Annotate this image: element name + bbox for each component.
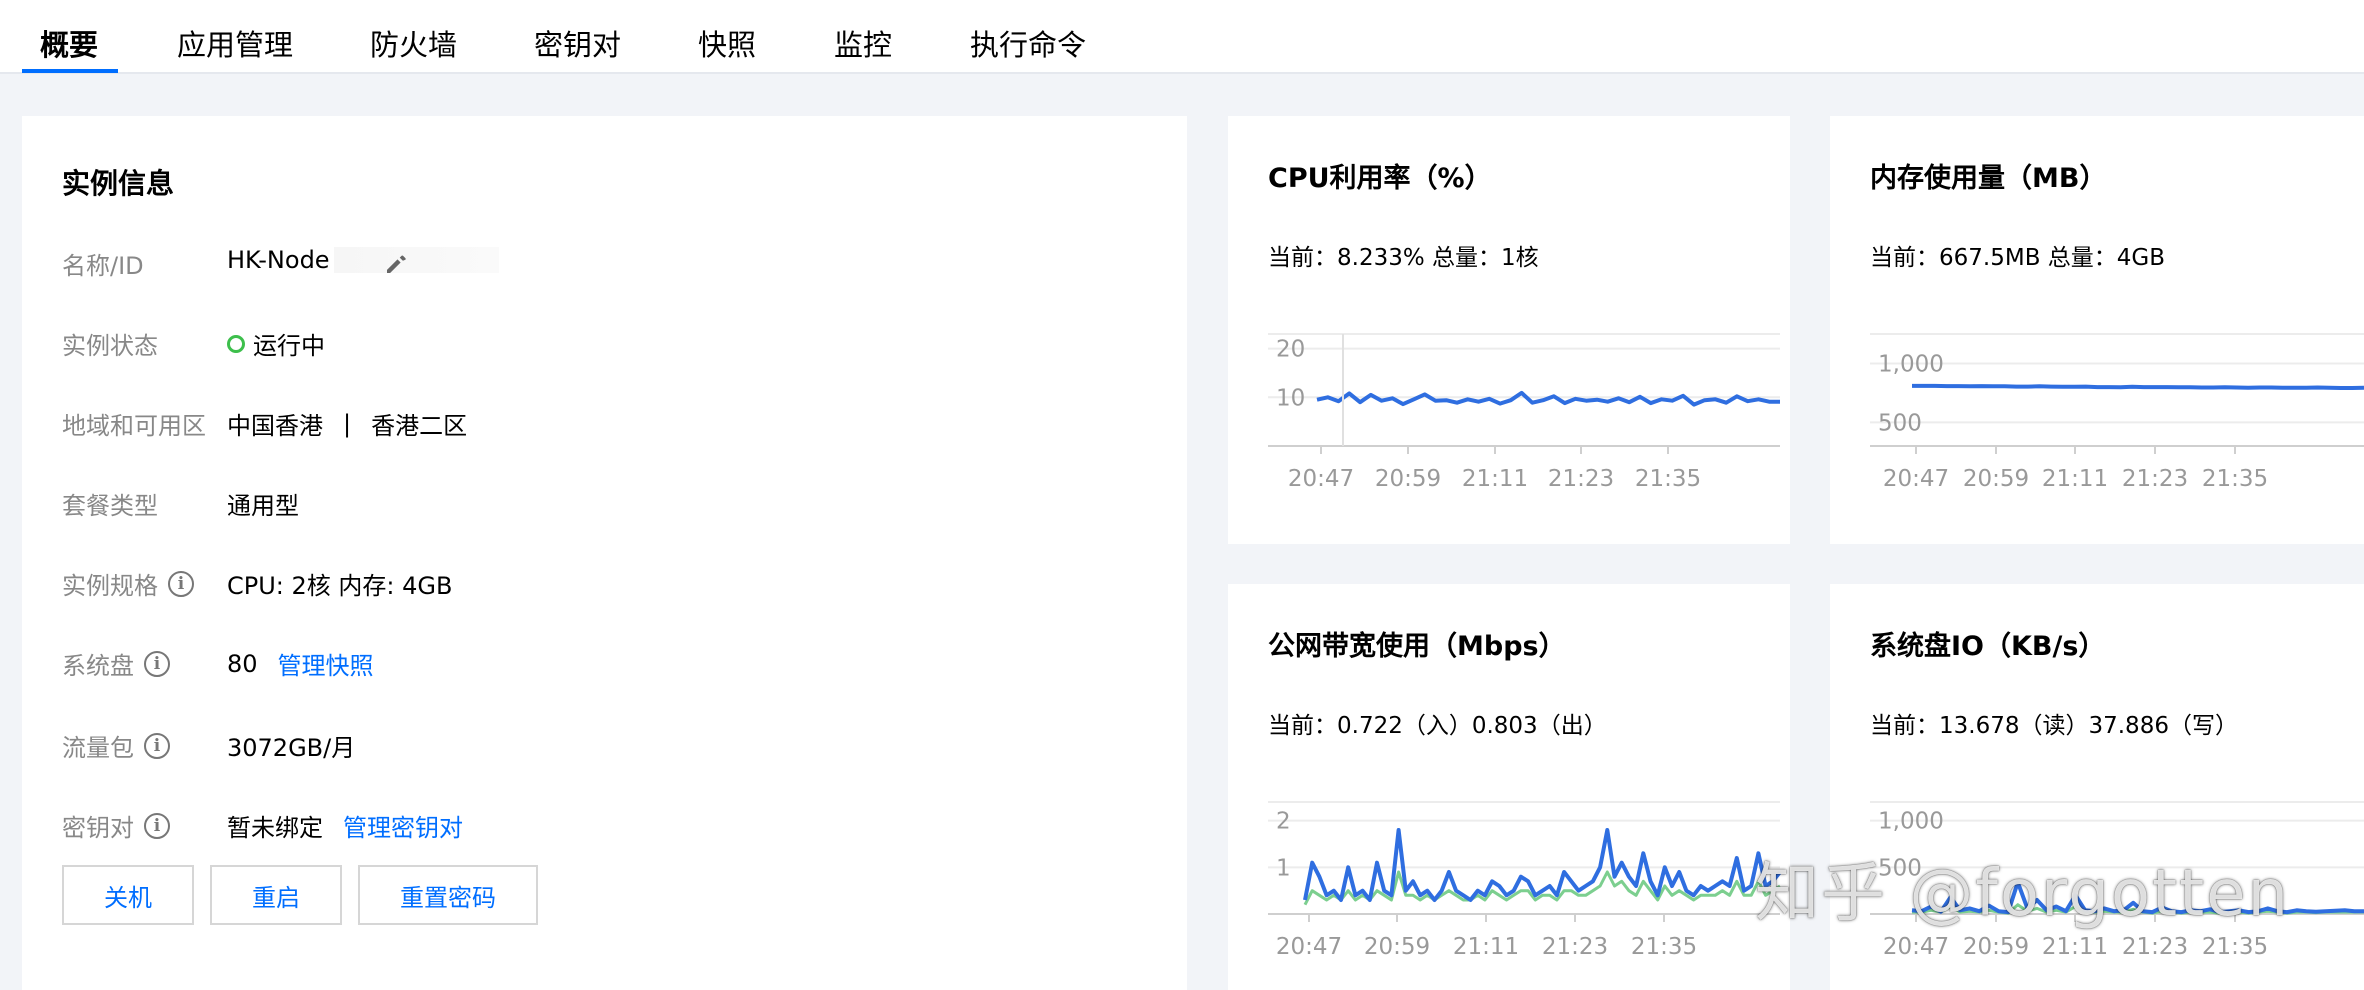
spec-label: 实例规格 i	[62, 566, 194, 601]
tab-bar: 概要 应用管理 防火墙 密钥对 快照 监控 执行命令	[0, 0, 2364, 74]
x-tick-label: 21:23	[2122, 466, 2188, 492]
redacted-id	[333, 247, 499, 273]
region-separator: |	[343, 409, 352, 438]
tab-snapshot[interactable]: 快照	[698, 22, 756, 64]
y-tick-label: 500	[1878, 410, 1922, 436]
x-tick-label: 21:35	[1631, 934, 1697, 960]
x-tick-label: 20:59	[1364, 934, 1430, 960]
keypair-value: 暂未绑定 管理密钥对	[227, 808, 463, 843]
x-tick-label: 20:59	[1963, 934, 2029, 960]
x-tick-label: 21:11	[1462, 466, 1528, 492]
info-icon[interactable]: i	[144, 732, 170, 759]
running-status-icon	[227, 334, 245, 353]
y-tick-label: 1,000	[1878, 351, 1944, 377]
x-tick-label: 21:11	[1453, 934, 1519, 960]
restart-button[interactable]: 重启	[210, 865, 342, 925]
name-value: HK-Node	[227, 246, 499, 274]
x-tick-label: 21:23	[1548, 466, 1614, 492]
x-tick-label: 20:47	[1883, 934, 1949, 960]
x-tick-label: 21:23	[1542, 934, 1608, 960]
x-tick-label: 21:35	[1635, 466, 1701, 492]
instance-info-title: 实例信息	[62, 167, 175, 200]
y-tick-label: 2	[1276, 809, 1291, 835]
info-icon[interactable]: i	[144, 812, 170, 839]
manage-snapshot-link[interactable]: 管理快照	[278, 646, 374, 681]
y-tick-label: 1	[1276, 855, 1291, 881]
manage-keypair-link[interactable]: 管理密钥对	[343, 808, 463, 843]
traffic-label: 流量包 i	[62, 728, 170, 763]
memory-chart: 500 1,000 20:47 20:59 21:11 21:23 21:35	[1870, 333, 2364, 492]
x-tick-label: 21:23	[2122, 934, 2188, 960]
x-tick-label: 20:59	[1375, 466, 1441, 492]
tab-app-management[interactable]: 应用管理	[177, 22, 293, 64]
plan-value: 通用型	[227, 492, 299, 520]
tab-monitoring[interactable]: 监控	[834, 22, 892, 64]
tab-keypair[interactable]: 密钥对	[534, 22, 621, 64]
status-label: 实例状态	[62, 332, 158, 360]
region-value: 中国香港 | 香港二区	[227, 409, 468, 441]
x-tick-label: 21:35	[2202, 934, 2268, 960]
instance-info-panel: 实例信息 名称/ID HK-Node 实例状态 运行中 地域和可用区 中国香港 …	[22, 116, 1187, 990]
x-tick-label: 21:11	[2042, 466, 2108, 492]
x-tick-label: 20:47	[1276, 934, 1342, 960]
active-tab-indicator	[22, 69, 118, 73]
keypair-label: 密钥对 i	[62, 808, 170, 843]
bandwidth-chart: 1 2 20:47 20:59 21:11 21:23 21:35	[1268, 801, 1782, 960]
cpu-card: CPU利用率（%） 当前：8.233% 总量：1核 10 20 20:47 20:59…	[1228, 116, 1790, 544]
x-tick-label: 20:47	[1883, 466, 1949, 492]
bandwidth-card: 公网带宽使用（Mbps） 当前：0.722（入）0.803（出） 1 2 20:47…	[1228, 584, 1790, 990]
reset-password-button[interactable]: 重置密码	[358, 865, 538, 925]
info-icon[interactable]: i	[168, 570, 194, 597]
y-tick-label: 20	[1276, 337, 1305, 363]
y-tick-label: 10	[1276, 385, 1305, 411]
x-tick-label: 21:11	[2042, 934, 2108, 960]
cpu-chart: 10 20 20:47 20:59 21:11 21:23 21:35	[1268, 333, 1780, 492]
x-tick-label: 20:47	[1288, 466, 1354, 492]
shutdown-button[interactable]: 关机	[62, 865, 194, 925]
tab-overview[interactable]: 概要	[40, 22, 98, 64]
traffic-value: 3072GB/月	[227, 734, 356, 762]
series-line	[1912, 383, 2364, 390]
name-label: 名称/ID	[62, 252, 144, 280]
plan-label: 套餐类型	[62, 492, 158, 520]
y-tick-label: 1,000	[1878, 809, 1944, 835]
disk-label: 系统盘 i	[62, 646, 170, 681]
series-line	[1316, 390, 1780, 407]
x-tick-label: 20:59	[1963, 466, 2029, 492]
tab-firewall[interactable]: 防火墙	[370, 22, 457, 64]
watermark: 知乎 @forgotten	[1755, 857, 2291, 931]
tab-execute-command[interactable]: 执行命令	[970, 22, 1086, 64]
edit-icon[interactable]	[382, 248, 412, 278]
x-tick-label: 21:35	[2202, 466, 2268, 492]
disk-value: 80 管理快照	[227, 646, 374, 681]
region-label: 地域和可用区	[62, 412, 206, 440]
spec-value: CPU: 2核 内存: 4GB	[227, 572, 453, 600]
status-value: 运行中	[227, 326, 325, 361]
info-icon[interactable]: i	[144, 650, 170, 677]
memory-card: 内存使用量（MB） 当前：667.5MB 总量：4GB 500 1,000 20:4…	[1830, 116, 2364, 544]
